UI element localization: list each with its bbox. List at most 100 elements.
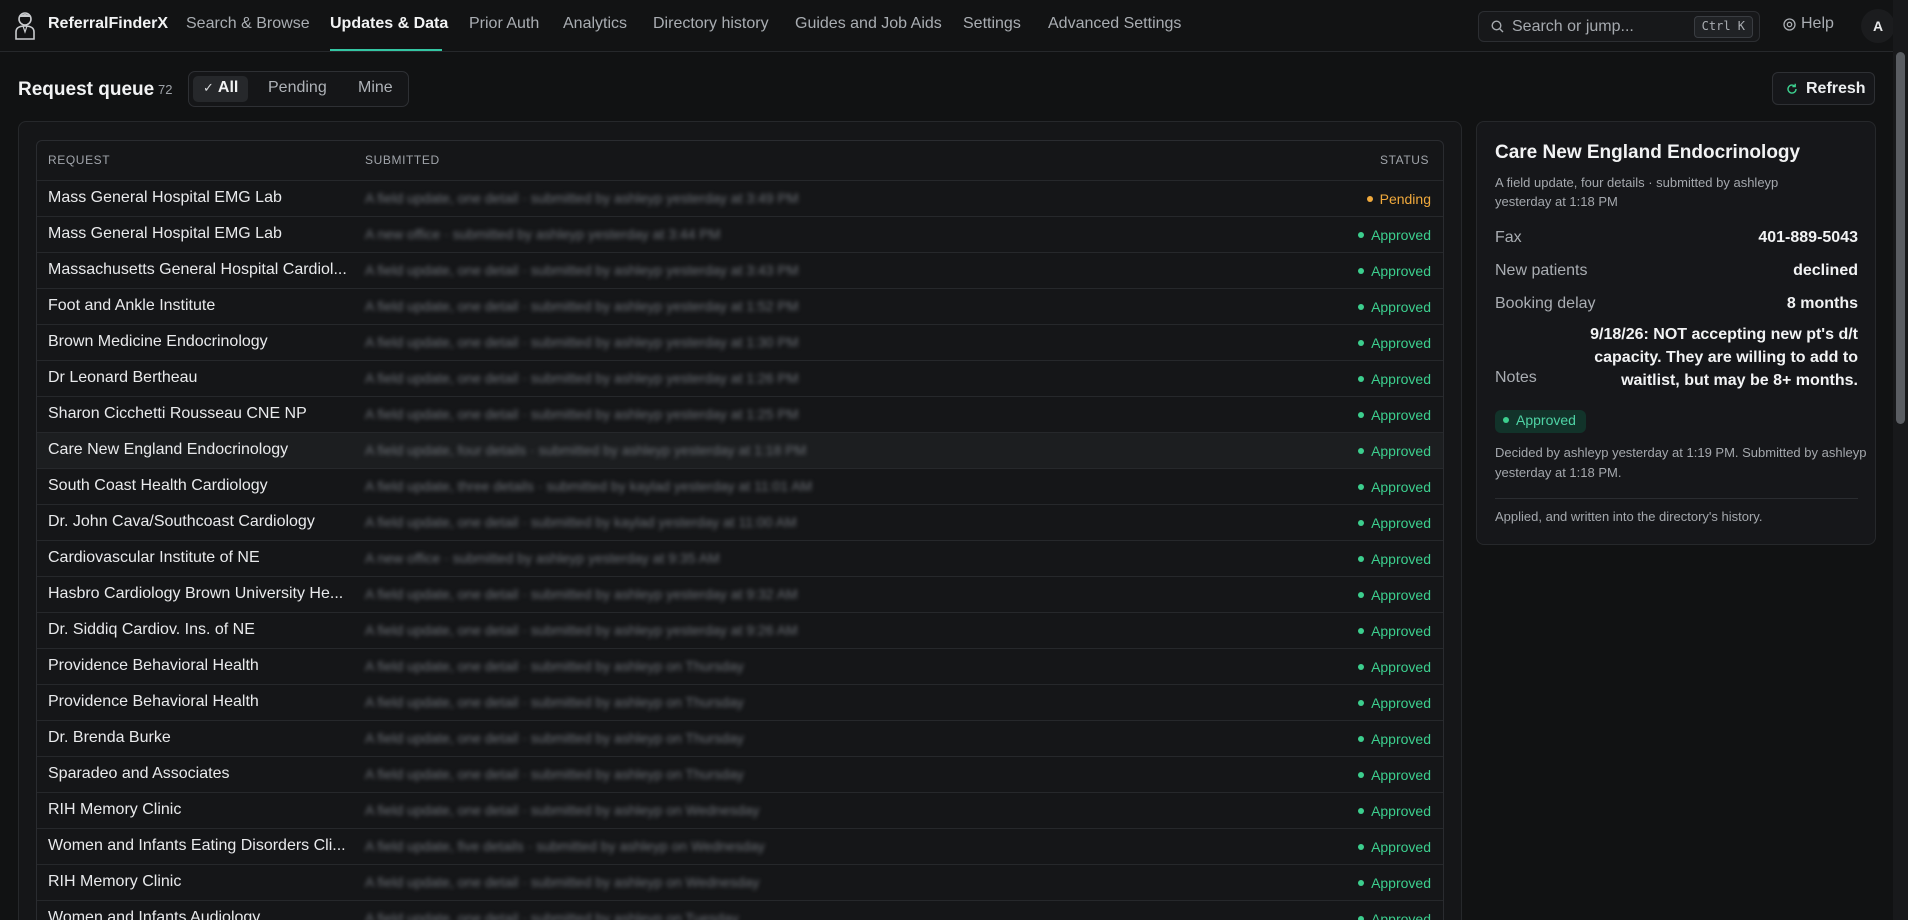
table-row[interactable]: Sharon Cicchetti Rousseau CNE NP A field …	[37, 396, 1443, 432]
filter-all[interactable]: ✓ All	[193, 76, 249, 102]
nav-analytics[interactable]: Analytics	[563, 15, 627, 33]
status-indicator: Approved	[1358, 443, 1431, 459]
scrollbar-thumb[interactable]	[1896, 52, 1905, 424]
detail-booking-delay-label: Booking delay	[1495, 295, 1596, 312]
status-badge: Approved	[1495, 410, 1586, 433]
detail-title: Care New England Endocrinology	[1495, 142, 1801, 163]
status-indicator: Approved	[1358, 299, 1431, 315]
status-badge-label: Approved	[1516, 412, 1576, 428]
nav-advanced-settings[interactable]: Advanced Settings	[1048, 15, 1181, 33]
table-row[interactable]: Hasbro Cardiology Brown University He...…	[37, 576, 1443, 612]
status-dot-icon	[1358, 484, 1365, 490]
search-icon	[1491, 20, 1504, 33]
table-row[interactable]: RIH Memory Clinic A field update, one det…	[37, 864, 1443, 900]
table-row[interactable]: Providence Behavioral Health A field upda…	[37, 648, 1443, 684]
status-dot-icon	[1358, 448, 1365, 454]
table-row[interactable]: Dr. Brenda Burke A field update, one deta…	[37, 720, 1443, 756]
nav-directory-history[interactable]: Directory history	[653, 15, 769, 33]
table-row[interactable]: Mass General Hospital EMG Lab A field upd…	[37, 180, 1443, 216]
status-label: Approved	[1371, 803, 1431, 819]
request-name: South Coast Health Cardiology	[48, 477, 268, 494]
status-indicator: Approved	[1358, 263, 1431, 279]
column-header-request[interactable]: REQUEST	[48, 153, 110, 167]
request-name: Brown Medicine Endocrinology	[48, 333, 268, 350]
request-name: Sharon Cicchetti Rousseau CNE NP	[48, 405, 307, 422]
status-dot-icon	[1503, 417, 1509, 423]
page-title: Request queue	[18, 79, 155, 100]
table-row[interactable]: South Coast Health Cardiology A field upd…	[37, 468, 1443, 504]
detail-fax-label: Fax	[1495, 229, 1522, 246]
submitted-info: A field update, one detail · submitted b…	[365, 694, 744, 710]
help-icon[interactable]	[1783, 18, 1796, 31]
table-row[interactable]: Mass General Hospital EMG Lab A new offic…	[37, 216, 1443, 252]
status-label: Approved	[1371, 839, 1431, 855]
column-header-status[interactable]: STATUS	[1380, 153, 1429, 167]
search-input[interactable]: Search or jump... Ctrl K	[1478, 11, 1760, 42]
avatar[interactable]: A	[1861, 9, 1895, 43]
submitted-info: A field update, one detail · submitted b…	[365, 874, 760, 890]
filter-pending[interactable]: Pending	[258, 76, 337, 102]
table-row[interactable]: Dr Leonard Bertheau A field update, one d…	[37, 360, 1443, 396]
table-row[interactable]: Women and Infants Eating Disorders Cli..…	[37, 828, 1443, 864]
request-name: Foot and Ankle Institute	[48, 297, 216, 314]
request-detail-panel: Care New England Endocrinology A field u…	[1476, 121, 1876, 545]
status-indicator: Approved	[1358, 911, 1431, 920]
detail-new-patients-value: declined	[1793, 262, 1858, 279]
status-label: Approved	[1371, 875, 1431, 891]
status-indicator: Approved	[1358, 623, 1431, 639]
request-name: Massachusetts General Hospital Cardiol..…	[48, 261, 347, 278]
column-header-submitted[interactable]: SUBMITTED	[365, 153, 440, 167]
table-row[interactable]: Women and Infants Audiology A field updat…	[37, 900, 1443, 920]
status-dot-icon	[1358, 880, 1365, 886]
search-shortcut: Ctrl K	[1693, 16, 1753, 38]
status-indicator: Approved	[1358, 839, 1431, 855]
refresh-button[interactable]: Refresh	[1772, 72, 1875, 105]
status-dot-icon	[1358, 376, 1365, 382]
table-row[interactable]: Providence Behavioral Health A field upda…	[37, 684, 1443, 720]
app-title[interactable]: ReferralFinderX	[48, 15, 168, 33]
status-label: Approved	[1371, 407, 1431, 423]
status-indicator: Approved	[1358, 407, 1431, 423]
table-row[interactable]: Massachusetts General Hospital Cardiol..…	[37, 252, 1443, 288]
status-dot-icon	[1358, 916, 1365, 920]
submitted-info: A field update, one detail · submitted b…	[365, 334, 799, 350]
status-dot-icon	[1358, 412, 1365, 418]
table-row[interactable]: Foot and Ankle Institute A field update, …	[37, 288, 1443, 324]
table-row[interactable]: Cardiovascular Institute of NE A new offi…	[37, 540, 1443, 576]
nav-search-browse[interactable]: Search & Browse	[186, 15, 310, 33]
status-dot-icon	[1358, 340, 1365, 346]
status-indicator: Approved	[1358, 515, 1431, 531]
status-dot-icon	[1358, 520, 1365, 526]
nav-guides-job-aids[interactable]: Guides and Job Aids	[795, 15, 942, 33]
status-dot-icon	[1358, 628, 1365, 634]
search-placeholder: Search or jump...	[1512, 18, 1634, 35]
detail-booking-delay-value: 8 months	[1786, 295, 1858, 312]
submitted-info: A field update, one detail · submitted b…	[365, 910, 739, 920]
filter-mine[interactable]: Mine	[348, 76, 403, 102]
table-row[interactable]: Dr. Siddiq Cardiov. Ins. of NE A field up…	[37, 612, 1443, 648]
doctor-logo-icon	[15, 12, 35, 40]
status-dot-icon	[1358, 844, 1365, 850]
detail-new-patients-label: New patients	[1495, 262, 1588, 279]
table-row[interactable]: Sparadeo and Associates A field update, o…	[37, 756, 1443, 792]
status-label: Approved	[1371, 911, 1431, 920]
help-link[interactable]: Help	[1801, 15, 1834, 33]
submitted-info: A field update, five details · submitted…	[365, 838, 765, 854]
submitted-info: A field update, one detail · submitted b…	[365, 802, 760, 818]
status-label: Approved	[1371, 371, 1431, 387]
table-row[interactable]: Dr. John Cava/Southcoast Cardiology A fie…	[37, 504, 1443, 540]
table-row[interactable]: Care New England Endocrinology A field up…	[37, 432, 1443, 468]
nav-updates-data[interactable]: Updates & Data	[330, 15, 448, 33]
table-row[interactable]: Brown Medicine Endocrinology A field upda…	[37, 324, 1443, 360]
status-dot-icon	[1366, 196, 1373, 202]
status-label: Approved	[1371, 335, 1431, 351]
table-row[interactable]: RIH Memory Clinic A field update, one det…	[37, 792, 1443, 828]
nav-prior-auth[interactable]: Prior Auth	[469, 15, 539, 33]
status-indicator: Approved	[1358, 875, 1431, 891]
status-label: Approved	[1371, 515, 1431, 531]
request-name: Providence Behavioral Health	[48, 693, 259, 710]
status-dot-icon	[1358, 700, 1365, 706]
detail-notes-label: Notes	[1495, 369, 1537, 386]
nav-settings[interactable]: Settings	[963, 15, 1021, 33]
status-dot-icon	[1358, 736, 1365, 742]
